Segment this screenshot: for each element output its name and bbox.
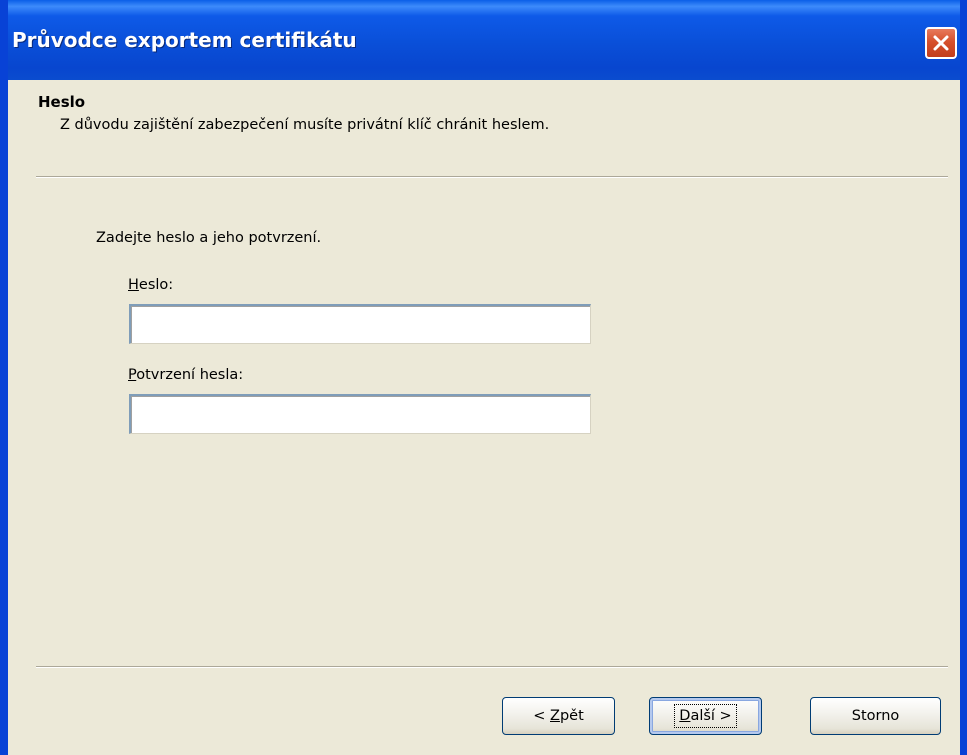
window-title: Průvodce exportem certifikátu <box>12 28 357 52</box>
password-input[interactable] <box>129 304 591 344</box>
header-divider <box>36 176 948 178</box>
next-button-focus-rect: Další > <box>674 704 737 728</box>
back-button-prefix: < <box>533 708 550 724</box>
next-button-access-key: D <box>679 708 691 724</box>
back-button[interactable]: < Zpět <box>502 697 615 735</box>
password-label: Heslo: <box>128 277 173 293</box>
confirm-password-label-access-key: P <box>128 367 137 383</box>
close-icon <box>933 35 949 51</box>
page-title: Heslo <box>38 93 86 111</box>
close-button[interactable] <box>925 27 957 59</box>
password-label-access-key: H <box>128 277 139 293</box>
title-bar[interactable]: Průvodce exportem certifikátu <box>8 0 960 80</box>
confirm-password-label: Potvrzení hesla: <box>128 367 243 383</box>
confirm-password-label-text: otvrzení hesla: <box>136 367 244 383</box>
cancel-button[interactable]: Storno <box>810 697 941 735</box>
next-button[interactable]: Další > <box>649 697 762 735</box>
footer-divider <box>36 666 948 668</box>
back-button-access-key: Z <box>550 708 560 724</box>
next-button-text: alší > <box>690 708 732 724</box>
password-label-text: eslo: <box>138 277 174 293</box>
confirm-password-input[interactable] <box>129 394 591 434</box>
instruction-text: Zadejte heslo a jeho potvrzení. <box>96 230 322 246</box>
page-subtitle: Z důvodu zajištění zabezpečení musíte pr… <box>60 117 550 133</box>
export-wizard-window: Průvodce exportem certifikátu Heslo Z dů… <box>0 0 967 755</box>
back-button-text: pět <box>559 708 584 724</box>
